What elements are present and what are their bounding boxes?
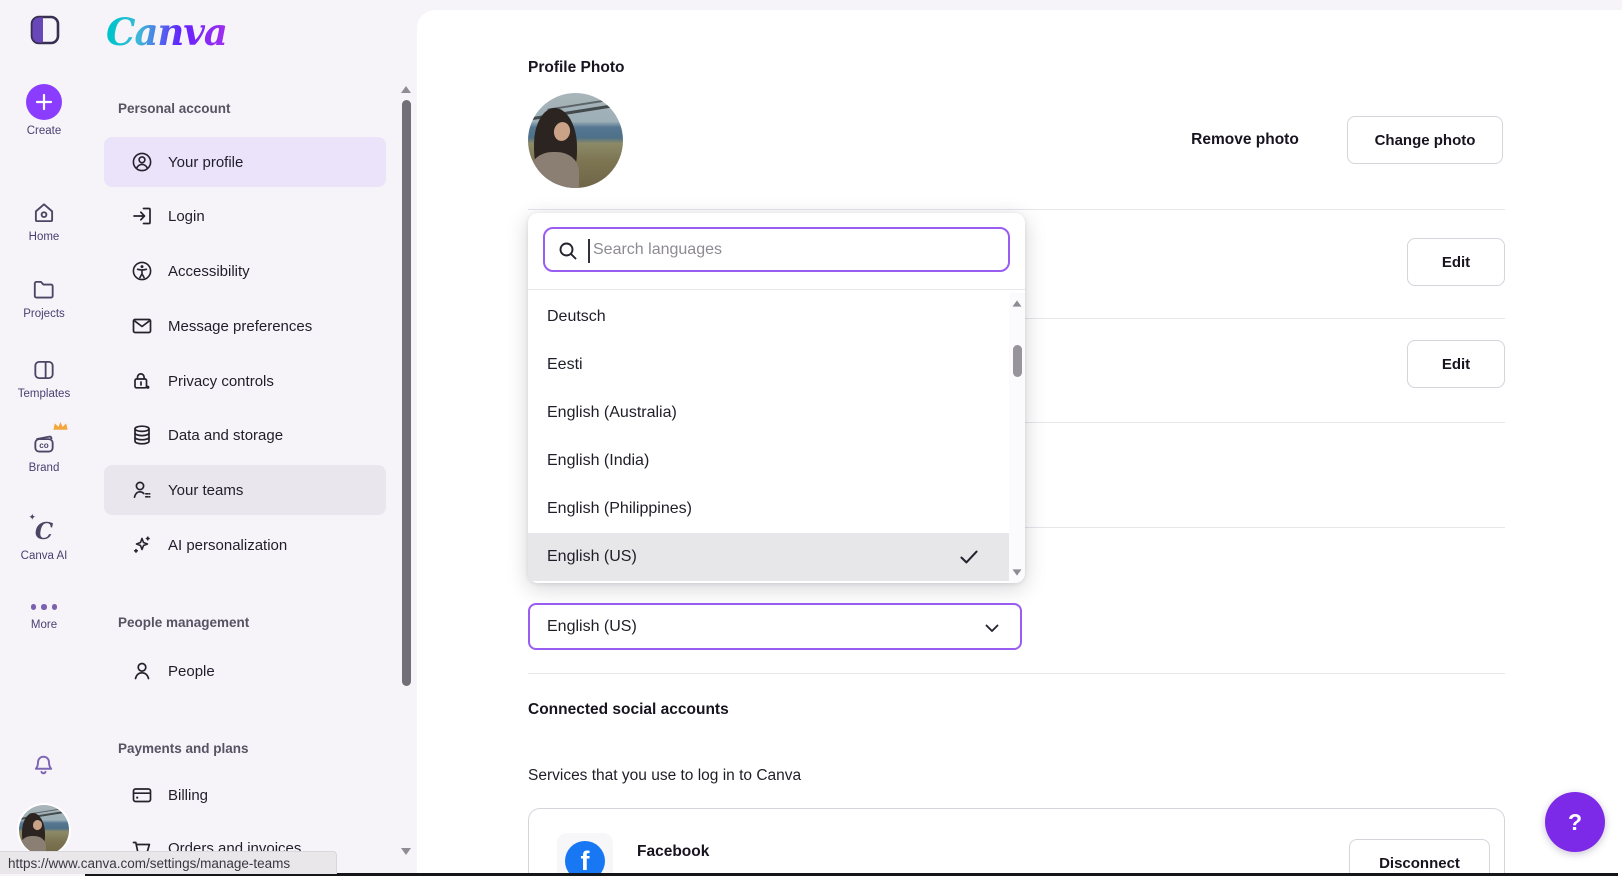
search-icon	[556, 239, 580, 263]
canva-ai-icon: ✦ C	[28, 512, 54, 545]
facebook-service-card: f Facebook Disconnect	[528, 808, 1505, 876]
search-languages-input[interactable]	[591, 231, 996, 268]
scrollbar-thumb[interactable]	[402, 100, 411, 686]
change-photo-button[interactable]: Change photo	[1347, 116, 1503, 164]
sidebar-scrollbar[interactable]	[400, 84, 413, 864]
login-icon	[130, 204, 154, 228]
plus-icon	[26, 84, 62, 120]
collapse-sidebar-icon[interactable]	[30, 15, 60, 45]
section-personal-account: Personal account	[118, 101, 231, 116]
divider	[528, 673, 1505, 674]
language-option-english-philippines[interactable]: English (Philippines)	[528, 485, 1009, 533]
language-option-deutsch[interactable]: Deutsch	[528, 293, 1009, 341]
user-avatar[interactable]	[17, 803, 71, 857]
accessibility-icon	[130, 259, 154, 283]
profile-photo[interactable]	[528, 93, 623, 188]
folder-icon	[31, 276, 58, 303]
language-option-english-india[interactable]: English (India)	[528, 437, 1009, 485]
language-search-box[interactable]	[543, 227, 1010, 272]
user-circle-icon	[130, 150, 154, 174]
facebook-icon: f	[565, 841, 605, 876]
dropdown-scroll-down-arrow[interactable]	[1012, 569, 1022, 576]
svg-text:co: co	[39, 440, 49, 449]
connected-social-accounts-description: Services that you use to log in to Canva	[528, 767, 802, 784]
scroll-down-arrow[interactable]	[401, 848, 411, 855]
dropdown-scrollbar[interactable]	[1009, 293, 1025, 583]
connected-social-accounts-heading: Connected social accounts	[528, 701, 729, 718]
section-payments-and-plans: Payments and plans	[118, 741, 249, 756]
rail-item-home[interactable]: Home	[0, 199, 88, 243]
dropdown-scroll-up-arrow[interactable]	[1012, 300, 1022, 307]
credit-card-icon	[130, 783, 154, 807]
database-icon	[130, 423, 154, 447]
remove-photo-button[interactable]: Remove photo	[1183, 118, 1307, 162]
language-option-english-us-selected[interactable]: English (US)	[528, 533, 1009, 581]
crown-icon	[52, 420, 69, 431]
rail-item-more[interactable]: More	[0, 598, 88, 631]
canva-settings-screen: Canva Create Home Projects Templates co …	[0, 0, 1622, 876]
disconnect-facebook-button[interactable]: Disconnect	[1349, 839, 1490, 876]
sidebar-item-login[interactable]: Login	[104, 191, 386, 241]
canva-logo[interactable]: Canva	[106, 12, 228, 52]
edit-name-button[interactable]: Edit	[1407, 238, 1505, 286]
chevron-down-icon	[980, 616, 1004, 640]
rail-item-templates[interactable]: Templates	[0, 356, 88, 400]
templates-icon	[31, 356, 58, 383]
status-bar-url: https://www.canva.com/settings/manage-te…	[0, 851, 337, 874]
rail-item-brand[interactable]: co Brand	[0, 421, 88, 474]
text-cursor	[588, 239, 590, 263]
language-dropdown-panel: Deutsch Eesti English (Australia) Englis…	[528, 213, 1025, 583]
edit-email-button[interactable]: Edit	[1407, 340, 1505, 388]
user-icon	[130, 659, 154, 683]
lock-icon	[130, 369, 154, 393]
team-icon	[130, 478, 154, 502]
brand-kit-icon: co	[31, 421, 68, 457]
language-option-english-australia[interactable]: English (Australia)	[528, 389, 1009, 437]
panel-divider	[528, 289, 1025, 290]
sidebar-item-billing[interactable]: Billing	[104, 770, 386, 820]
sidebar-item-data-and-storage[interactable]: Data and storage	[104, 410, 386, 460]
divider	[528, 209, 1505, 210]
language-select[interactable]: English (US)	[528, 603, 1022, 650]
profile-photo-heading: Profile Photo	[528, 59, 625, 76]
language-option-eesti[interactable]: Eesti	[528, 341, 1009, 389]
sidebar-item-message-preferences[interactable]: Message preferences	[104, 301, 386, 351]
section-people-management: People management	[118, 615, 250, 630]
sparkles-icon	[130, 533, 154, 557]
sidebar-item-your-teams[interactable]: Your teams	[104, 465, 386, 515]
facebook-service-name: Facebook	[637, 843, 710, 860]
facebook-icon-tile: f	[557, 833, 613, 876]
home-icon	[31, 199, 58, 226]
envelope-icon	[130, 314, 154, 338]
sidebar-item-privacy-controls[interactable]: Privacy controls	[104, 356, 386, 406]
help-button[interactable]: ?	[1545, 792, 1605, 852]
more-dots-icon	[30, 604, 58, 610]
sidebar-item-your-profile[interactable]: Your profile	[104, 137, 386, 187]
create-button[interactable]: Create	[0, 84, 88, 137]
sidebar-item-people[interactable]: People	[104, 646, 386, 696]
sidebar-item-ai-personalization[interactable]: AI personalization	[104, 520, 386, 570]
sidebar-item-accessibility[interactable]: Accessibility	[104, 246, 386, 296]
rail-item-canva-ai[interactable]: ✦ C Canva AI	[0, 512, 88, 562]
rail-item-projects[interactable]: Projects	[0, 276, 88, 320]
notifications-bell-icon[interactable]	[30, 752, 57, 779]
scroll-up-arrow[interactable]	[401, 86, 411, 93]
checkmark-icon	[956, 544, 982, 570]
dropdown-scrollbar-thumb[interactable]	[1012, 345, 1022, 377]
